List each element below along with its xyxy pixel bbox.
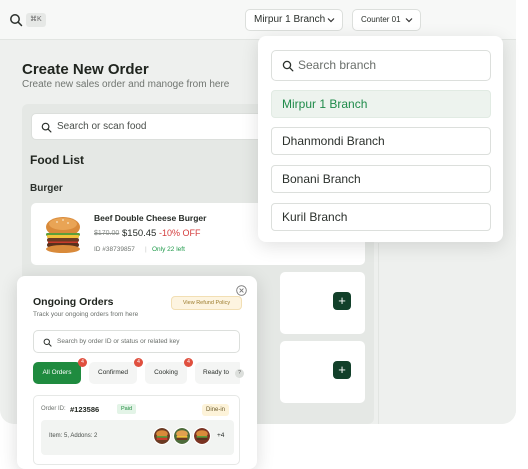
price: $150.45 <box>122 228 157 239</box>
search-icon <box>43 338 52 347</box>
tab-cooking[interactable]: Cooking <box>145 362 187 384</box>
burger-thumbnail <box>193 427 211 445</box>
tab-all-orders[interactable]: All Orders <box>33 362 81 384</box>
page-subtitle: Create new sales order and manoge from h… <box>22 79 230 90</box>
branch-option-bonani[interactable]: Bonani Branch <box>271 165 491 193</box>
top-bar: ⌘K Mirpur 1 Branch Counter 01 <box>0 0 516 40</box>
branch-option-mirpur-1[interactable]: Mirpur 1 Branch <box>271 90 491 118</box>
tab-confirmed[interactable]: Confirmed <box>89 362 137 384</box>
order-card[interactable]: Order ID: #123586 Paid Dine-in Item: 5, … <box>33 395 240 465</box>
old-price: $170.00 <box>94 230 120 237</box>
add-to-order-button[interactable]: + <box>333 292 351 310</box>
count-badge: 4 <box>184 358 193 367</box>
count-badge: 4 <box>134 358 143 367</box>
payment-status-badge: Paid <box>117 404 137 414</box>
chevron-down-icon <box>405 18 413 23</box>
add-to-order-button[interactable]: + <box>333 361 351 379</box>
discount-label: -10% OFF <box>159 228 201 238</box>
modal-subtitle: Track your ongoing orders from here <box>33 311 139 318</box>
items-count: Item: 5, Addons: 2 <box>49 433 98 439</box>
food-card[interactable]: + <box>280 272 365 334</box>
ongoing-orders-modal: Ongoing Orders Track your ongoing orders… <box>17 276 257 469</box>
meta-separator: | <box>145 246 147 253</box>
cart-panel <box>378 243 516 424</box>
branch-option-kuril[interactable]: Kuril Branch <box>271 203 491 231</box>
burger-thumbnail <box>173 427 191 445</box>
food-card[interactable]: + <box>280 341 365 403</box>
branch-select-value: Mirpur 1 Branch <box>254 14 326 25</box>
stock-status: Only 22 left <box>152 246 185 253</box>
search-icon[interactable] <box>9 13 23 27</box>
branch-option-dhanmondi[interactable]: Dhanmondi Branch <box>271 127 491 155</box>
refund-policy-button[interactable]: View Refund Policy <box>171 296 242 310</box>
branch-search-placeholder: Search branch <box>298 58 377 72</box>
search-icon <box>41 122 52 133</box>
food-name: Beef Double Cheese Burger <box>94 213 207 223</box>
shortcut-hint: ⌘K <box>26 13 46 27</box>
search-icon <box>282 60 294 72</box>
chevron-down-icon <box>327 18 335 23</box>
burger-thumbnail <box>153 427 171 445</box>
category-title: Burger <box>30 183 63 194</box>
order-search-input[interactable]: Search by order ID or status or related … <box>33 330 240 353</box>
service-type-badge: Dine-in <box>202 404 230 416</box>
item-id: ID #38739857 <box>94 246 135 253</box>
count-badge: 4 <box>78 358 87 367</box>
order-id-label: Order ID: <box>41 406 66 412</box>
page-title: Create New Order <box>22 61 149 78</box>
close-icon[interactable] <box>236 285 247 296</box>
order-search-placeholder: Search by order ID or status or related … <box>57 338 180 345</box>
modal-title: Ongoing Orders <box>33 296 114 308</box>
more-items-count: +4 <box>217 432 225 439</box>
food-list-title: Food List <box>30 153 84 167</box>
counter-select-value: Counter 01 <box>361 15 401 24</box>
burger-image <box>46 217 80 253</box>
branch-select[interactable]: Mirpur 1 Branch <box>245 9 343 31</box>
count-badge: ? <box>235 369 244 378</box>
branch-search-input[interactable]: Search branch <box>271 50 491 81</box>
counter-select[interactable]: Counter 01 <box>352 9 421 31</box>
branch-dropdown: Search branch Mirpur 1 Branch Dhanmondi … <box>258 36 503 242</box>
tab-ready[interactable]: Ready to <box>195 362 240 384</box>
order-items-summary: Item: 5, Addons: 2 +4 <box>41 420 234 455</box>
order-id: #123586 <box>70 405 100 414</box>
food-search-placeholder: Search or scan food <box>57 121 147 132</box>
